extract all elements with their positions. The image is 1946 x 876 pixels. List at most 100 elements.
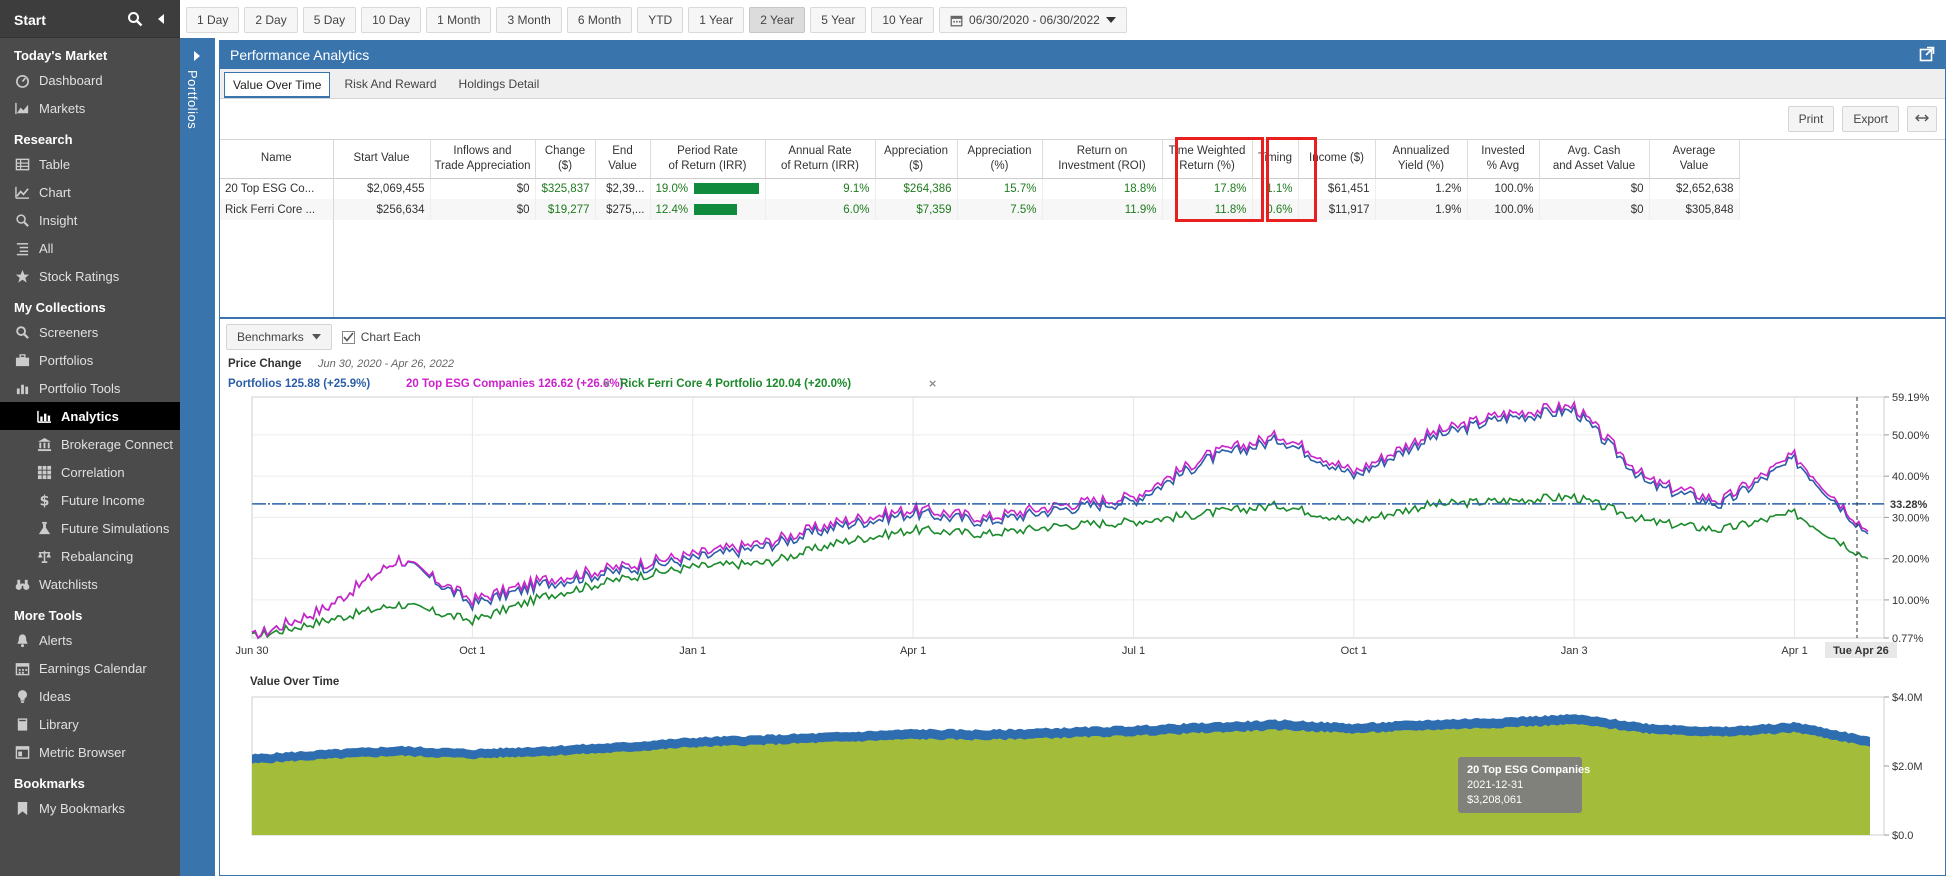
table-row[interactable]: 20 Top ESG Co... $2,069,455 $0 $325,837 $2,3… [220, 178, 1740, 199]
range-button-6-month[interactable]: 6 Month [566, 7, 633, 33]
chart-each-checkbox[interactable]: Chart Each [341, 330, 421, 344]
sidebar-item-label: All [39, 240, 54, 256]
sidebar-item-my-bookmarks[interactable]: My Bookmarks [0, 794, 180, 822]
table-icon [14, 156, 30, 172]
table-body: 20 Top ESG Co... $2,069,455 $0 $325,837 $2,3… [220, 178, 1740, 220]
range-button-1-day[interactable]: 1 Day [186, 7, 240, 33]
cell-inflows: $0 [430, 199, 536, 220]
chevron-right-icon[interactable] [192, 50, 202, 62]
value-y-tick-label: $4.0M [1892, 692, 1923, 704]
sidebar-item-future-simulations[interactable]: Future Simulations [0, 514, 180, 542]
benchmarks-dropdown[interactable]: Benchmarks [226, 324, 332, 350]
sidebar-item-label: Brokerage Connect [61, 436, 174, 452]
column-header[interactable]: End Value [595, 140, 651, 179]
range-button-2-year[interactable]: 2 Year [749, 7, 806, 33]
tab-risk-and-reward[interactable]: Risk And Reward [336, 72, 444, 98]
range-button-1-year[interactable]: 1 Year [688, 7, 745, 33]
cell-avg-cash: $0 [1539, 178, 1650, 199]
start-label[interactable]: Start [14, 9, 120, 28]
x-tick-label: Oct 1 [1341, 645, 1367, 657]
performance-table-area: Name Start Value Inflows and Trade Apprecia… [220, 137, 1945, 319]
export-button[interactable]: Export [1842, 106, 1899, 132]
sidebar-item-table[interactable]: Table [0, 150, 180, 178]
collapse-left-icon[interactable] [150, 8, 172, 30]
dollar-icon: $ [36, 492, 52, 508]
sidebar-item-portfolios[interactable]: Portfolios [0, 346, 180, 374]
column-header[interactable]: Annualized Yield (%) [1375, 140, 1468, 179]
range-toolbar: 1 Day 2 Day 5 Day 10 Day 1 Month 3 Month 6 Mon… [186, 6, 1132, 34]
range-button-3-month[interactable]: 3 Month [496, 7, 562, 33]
sidebar-item-library[interactable]: Library [0, 710, 180, 738]
sidebar-item-metric-browser[interactable]: Metric Browser [0, 738, 180, 766]
close-icon[interactable]: × [602, 377, 611, 390]
column-header[interactable]: Avg. Cash and Asset Value [1539, 140, 1650, 179]
range-button-10-year[interactable]: 10 Year [871, 7, 935, 33]
sidebar-item-dashboard[interactable]: Dashboard [0, 66, 180, 94]
sidebar-item-brokerage-connect[interactable]: Brokerage Connect [0, 430, 180, 458]
sidebar-item-screeners[interactable]: Screeners [0, 318, 180, 346]
flask-icon [36, 520, 52, 536]
charts-area: Price Change Jun 30, 2020 - Apr 26, 2022 P… [228, 358, 1930, 842]
column-header[interactable]: Invested % Avg [1467, 140, 1540, 179]
column-header[interactable]: Appreciation ($) [875, 140, 958, 179]
sidebar-item-ideas[interactable]: Ideas [0, 682, 180, 710]
sidebar-item-watchlists[interactable]: Watchlists [0, 570, 180, 598]
column-header-text: of Return (IRR) [781, 159, 859, 172]
sidebar-item-all[interactable]: All [0, 234, 180, 262]
sidebar-item-earnings-calendar[interactable]: Earnings Calendar [0, 654, 180, 682]
cell-yield: 1.2% [1375, 178, 1468, 199]
column-header-text: Annualized [1392, 144, 1450, 157]
legend-item[interactable]: Rick Ferri Core 4 Portfolio 120.04 (+20.… [620, 378, 851, 390]
column-header[interactable]: Change ($) [535, 140, 596, 179]
column-header[interactable]: Start Value [333, 140, 431, 179]
popout-icon[interactable] [1919, 46, 1935, 65]
column-header[interactable]: Inflows and Trade Appreciation [430, 140, 536, 179]
portfolios-side-tab[interactable]: Portfolios [180, 38, 215, 876]
range-button-5-day[interactable]: 5 Day [302, 7, 357, 33]
sidebar-item-analytics[interactable]: Analytics [0, 402, 180, 430]
range-button-5-year[interactable]: 5 Year [810, 7, 867, 33]
x-tick-label: Apr 1 [900, 645, 926, 657]
search-icon[interactable] [124, 8, 146, 30]
column-header[interactable]: Annual Rate of Return (IRR) [765, 140, 876, 179]
column-header[interactable]: Appreciation (%) [957, 140, 1043, 179]
legend-item[interactable]: 20 Top ESG Companies 126.62 (+26.6%) [406, 378, 624, 390]
cell-inflows: $0 [430, 178, 536, 199]
sidebar-item-correlation[interactable]: Correlation [0, 458, 180, 486]
sidebar-item-markets[interactable]: Markets [0, 94, 180, 122]
tab-value-over-time[interactable]: Value Over Time [224, 72, 331, 98]
column-header-text: and Asset Value [1552, 159, 1636, 172]
value-chart-title: Value Over Time [250, 676, 339, 688]
range-button-2-day[interactable]: 2 Day [244, 7, 298, 33]
column-header-text: % Avg [1486, 159, 1520, 172]
sidebar-item-portfolio-tools[interactable]: Portfolio Tools [0, 374, 180, 402]
range-button-1-month[interactable]: 1 Month [426, 7, 492, 33]
grid-icon [36, 464, 52, 480]
column-header[interactable]: Period Rate of Return (IRR) [650, 140, 766, 179]
column-header[interactable]: Average Value [1649, 140, 1740, 179]
sidebar-item-label: Markets [39, 100, 86, 116]
print-button[interactable]: Print [1787, 106, 1835, 132]
range-button-ytd[interactable]: YTD [637, 7, 684, 33]
date-range-picker[interactable]: 06/30/2020 - 06/30/2022 [939, 7, 1127, 33]
expand-width-button[interactable] [1907, 106, 1937, 132]
briefcase-icon [14, 352, 30, 368]
column-header-text: Yield (%) [1397, 159, 1445, 172]
tab-holdings-detail[interactable]: Holdings Detail [451, 72, 548, 98]
sidebar-item-stock-ratings[interactable]: Stock Ratings [0, 262, 180, 290]
column-header[interactable]: Return on Investment (ROI) [1042, 140, 1163, 179]
legend-item[interactable]: Portfolios 125.88 (+25.9%) [228, 378, 370, 390]
sidebar-item-alerts[interactable]: Alerts [0, 626, 180, 654]
sidebar-item-rebalancing[interactable]: Rebalancing [0, 542, 180, 570]
sidebar-item-insight[interactable]: Insight [0, 206, 180, 234]
cell-appreciation-usd: $264,386 [875, 178, 958, 199]
cell-period-irr: 12.4% [650, 199, 766, 220]
sidebar-item-chart[interactable]: Chart [0, 178, 180, 206]
sidebar-item-future-income[interactable]: $ Future Income [0, 486, 180, 514]
table-row[interactable]: Rick Ferri Core ... $256,634 $0 $19,277 $275… [220, 199, 1740, 220]
column-header[interactable]: Name [220, 140, 334, 179]
range-button-10-day[interactable]: 10 Day [361, 7, 422, 33]
close-icon[interactable]: × [928, 377, 937, 390]
cell-yield: 1.9% [1375, 199, 1468, 220]
value-y-tick-label: $0.0 [1892, 830, 1913, 842]
